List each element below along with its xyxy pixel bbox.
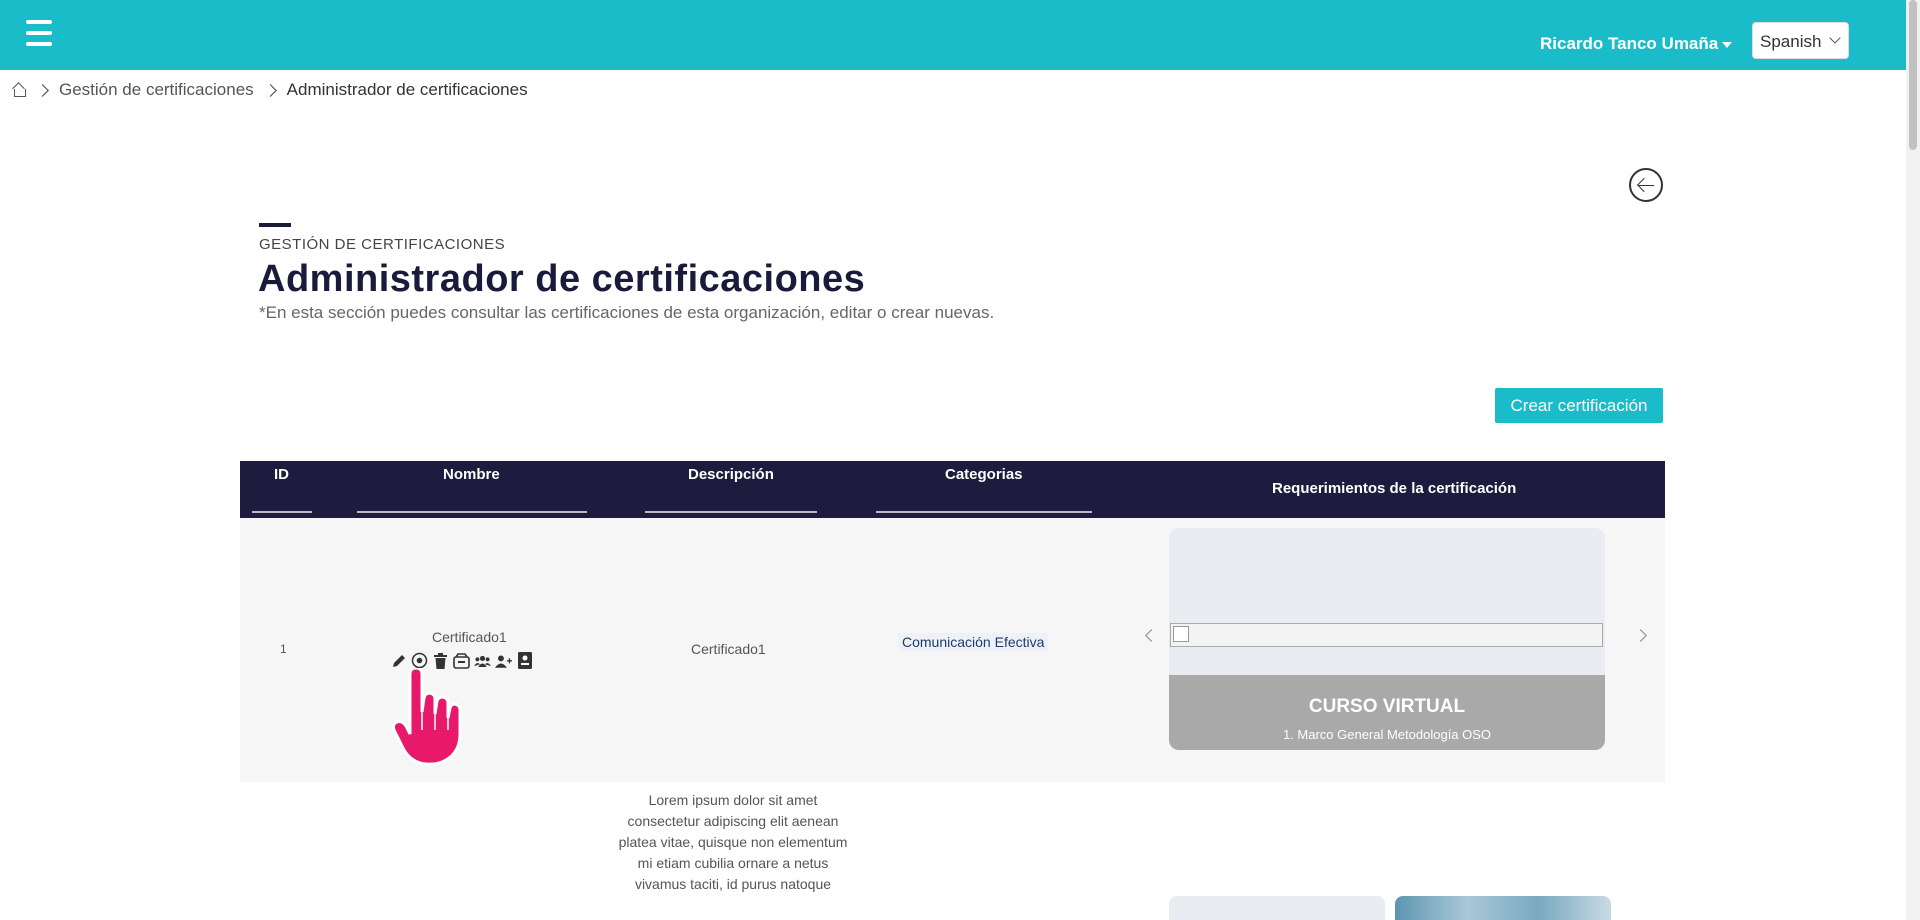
section-eyebrow: GESTIÓN DE CERTIFICACIONES	[259, 236, 506, 253]
menu-icon[interactable]	[26, 20, 52, 46]
scrollbar-thumb[interactable]	[1909, 0, 1917, 150]
column-header-descripcion[interactable]: Descripción	[688, 466, 774, 483]
back-arrow-icon[interactable]	[1629, 168, 1663, 202]
archive-icon[interactable]	[453, 652, 470, 669]
edit-icon[interactable]	[390, 652, 407, 669]
table-header: ID Nombre Descripción Categorias Requeri…	[240, 461, 1665, 518]
user-name: Ricardo Tanco Umaña	[1540, 34, 1719, 53]
column-header-id[interactable]: ID	[274, 466, 289, 483]
cell-id: 1	[280, 642, 287, 656]
title-accent-bar	[259, 223, 291, 227]
home-icon[interactable]	[12, 83, 26, 97]
breadcrumb-current: Administrador de certificaciones	[286, 80, 528, 99]
scrollbar[interactable]	[1906, 0, 1920, 920]
hand-cursor-icon	[392, 668, 462, 766]
chevron-down-icon	[1829, 32, 1841, 44]
column-filter-line	[252, 511, 312, 513]
user-menu[interactable]: Ricardo Tanco Umaña	[1540, 34, 1733, 54]
column-filter-line	[645, 511, 817, 513]
requirement-card[interactable]	[1169, 896, 1385, 920]
row-actions	[390, 652, 533, 669]
requirement-card[interactable]: CURSO VIRTUAL 1. Marco General Metodolog…	[1169, 528, 1605, 750]
cell-description: Certificado1	[691, 641, 766, 657]
certificate-icon[interactable]	[516, 652, 533, 669]
card-subtitle: 1. Marco General Metodología OSO	[1282, 727, 1492, 742]
top-navbar: Ricardo Tanco Umaña Spanish	[0, 0, 1906, 70]
card-title: CURSO VIRTUAL	[1308, 696, 1466, 717]
language-select[interactable]: Spanish	[1752, 22, 1849, 59]
category-tag: Comunicación Efectiva	[898, 633, 1049, 651]
cell-name: Certificado1	[432, 629, 507, 645]
breadcrumb: Gestión de certificaciones Administrador…	[12, 79, 528, 101]
delete-icon[interactable]	[432, 652, 449, 669]
breadcrumb-separator	[36, 83, 49, 97]
column-filter-line	[357, 511, 587, 513]
cell-description-next: Lorem ipsum dolor sit amet consectetur a…	[618, 792, 848, 892]
breadcrumb-link-gestion[interactable]: Gestión de certificaciones	[59, 80, 254, 100]
page-title: Administrador de certificaciones	[258, 258, 866, 300]
column-header-nombre[interactable]: Nombre	[443, 466, 500, 483]
column-filter-line	[876, 511, 1092, 513]
create-certification-button[interactable]: Crear certificación	[1495, 388, 1663, 423]
requirement-card-image[interactable]	[1395, 896, 1611, 920]
caret-down-icon	[1722, 41, 1733, 48]
language-value: Spanish	[1760, 32, 1822, 51]
column-header-requerimientos: Requerimientos de la certificación	[1272, 480, 1517, 497]
add-user-icon[interactable]	[495, 652, 512, 669]
breadcrumb-separator	[263, 83, 277, 97]
column-header-categorias[interactable]: Categorias	[945, 466, 1023, 483]
page-subtitle: *En esta sección puedes consultar las ce…	[259, 303, 995, 322]
group-icon[interactable]	[474, 652, 491, 669]
broken-image-icon	[1170, 623, 1603, 647]
view-icon[interactable]	[411, 652, 428, 669]
